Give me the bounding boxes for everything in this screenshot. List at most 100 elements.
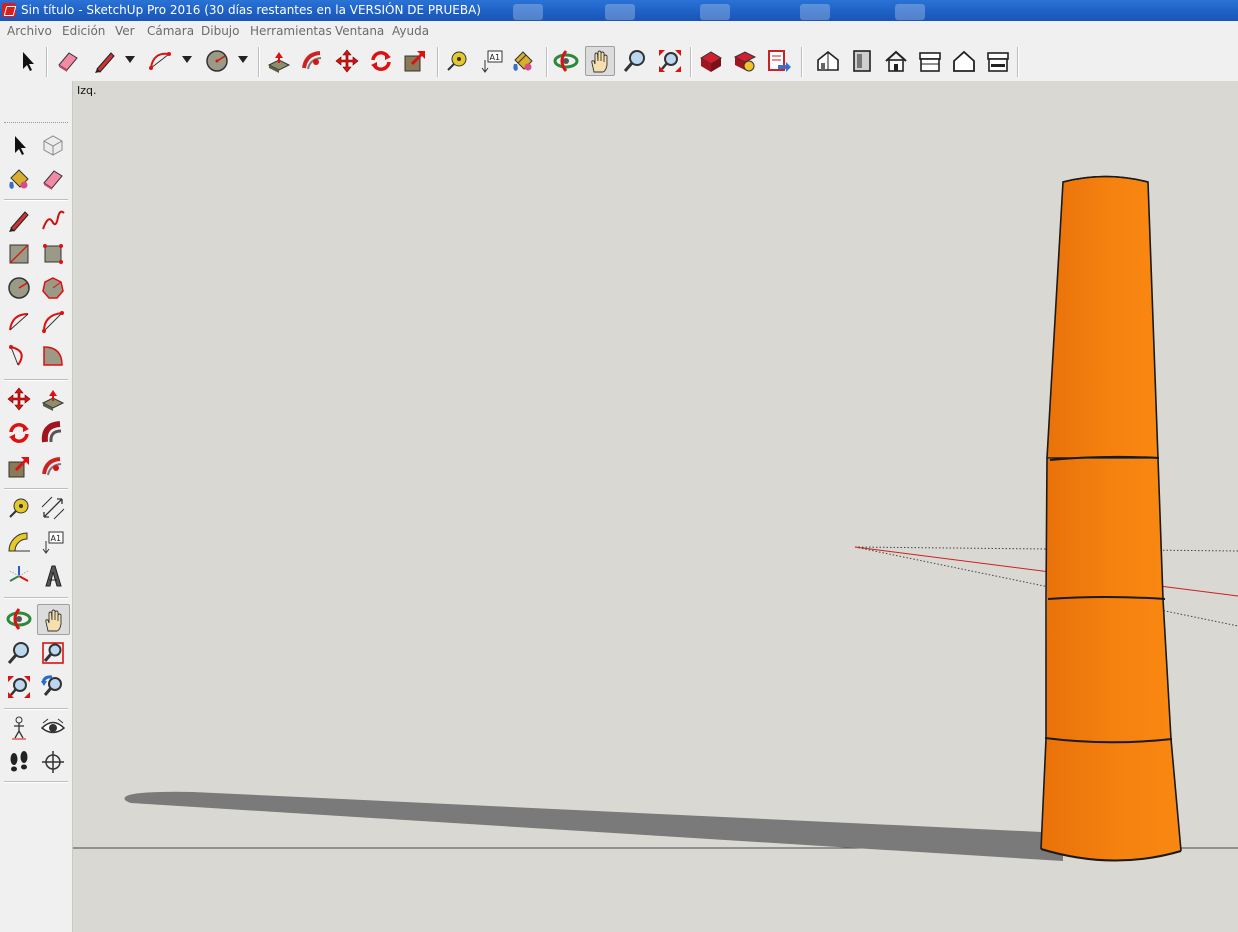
eraser-icon[interactable] [53, 46, 83, 76]
titlebar-background [800, 4, 830, 20]
sketchup-app-icon[interactable] [2, 3, 16, 17]
left-view-icon[interactable] [983, 46, 1013, 76]
tape-measure-icon[interactable] [442, 46, 472, 76]
select-icon[interactable] [12, 46, 42, 76]
send-to-layout-icon[interactable] [764, 46, 794, 76]
menu-bar: Archivo Edición Ver Cámara Dibujo Herram… [0, 21, 1238, 41]
toolbar-separator [437, 47, 439, 77]
toolbar-separator [258, 47, 260, 77]
section-plane-icon[interactable] [38, 747, 68, 777]
view-label: Izq. [77, 84, 97, 97]
two-point-arc-icon[interactable] [38, 307, 68, 337]
menu-herramientas[interactable]: Herramientas [250, 24, 332, 38]
large-tool-set: A1 [0, 81, 73, 932]
arc-icon[interactable] [145, 46, 175, 76]
zoom-extents-icon[interactable] [4, 672, 34, 702]
eraser-icon[interactable] [38, 164, 68, 194]
zoom-window-icon[interactable] [38, 638, 68, 668]
rotate-icon[interactable] [366, 46, 396, 76]
zoom-icon[interactable] [4, 638, 34, 668]
titlebar-background [700, 4, 730, 20]
push-pull-icon[interactable] [38, 384, 68, 414]
warehouse-icon[interactable] [696, 46, 726, 76]
extension-warehouse-icon[interactable] [730, 46, 760, 76]
tower-segment-top [1046, 175, 1159, 459]
iso-view-icon[interactable] [813, 46, 843, 76]
paint-bucket-icon[interactable] [4, 164, 34, 194]
toolbar-separator [4, 708, 68, 710]
menu-archivo[interactable]: Archivo [7, 24, 52, 38]
previous-view-icon[interactable] [38, 672, 68, 702]
make-component-icon[interactable] [38, 130, 68, 160]
toolbar-separator [4, 199, 68, 201]
scale-icon[interactable] [400, 46, 430, 76]
toolbar-separator [690, 47, 692, 77]
text-icon[interactable]: A1 [477, 46, 507, 76]
circle-dropdown-icon[interactable] [238, 56, 248, 63]
menu-ventana[interactable]: Ventana [335, 24, 384, 38]
back-view-icon[interactable] [949, 46, 979, 76]
model-viewport[interactable]: Izq. [73, 81, 1238, 932]
svg-text:A1: A1 [490, 53, 501, 62]
follow-me-icon[interactable] [298, 46, 328, 76]
three-point-arc-icon[interactable] [4, 341, 34, 371]
toolbar-separator [4, 488, 68, 490]
rotated-rectangle-icon[interactable] [38, 239, 68, 269]
text-icon[interactable]: A1 [38, 527, 68, 557]
follow-me-icon[interactable] [38, 418, 68, 448]
arc-dropdown-icon[interactable] [182, 56, 192, 63]
front-view-icon[interactable] [847, 46, 877, 76]
scene-canvas[interactable] [73, 81, 1238, 932]
axes-icon[interactable] [4, 561, 34, 591]
tape-measure-icon[interactable] [4, 493, 34, 523]
pan-icon[interactable] [585, 46, 615, 76]
menu-camara[interactable]: Cámara [147, 24, 194, 38]
menu-edicion[interactable]: Edición [62, 24, 105, 38]
tower-segment-middle [1046, 599, 1171, 739]
circle-icon[interactable] [202, 46, 232, 76]
pencil-icon[interactable] [90, 46, 120, 76]
menu-ayuda[interactable]: Ayuda [392, 24, 429, 38]
orbit-icon[interactable] [551, 46, 581, 76]
circle-icon[interactable] [4, 273, 34, 303]
scale-icon[interactable] [4, 452, 34, 482]
protractor-icon[interactable] [4, 527, 34, 557]
pan-icon[interactable] [37, 604, 70, 635]
move-icon[interactable] [332, 46, 362, 76]
toolbar-separator [1017, 47, 1019, 77]
zoom-extents-icon[interactable] [655, 46, 685, 76]
offset-icon[interactable] [38, 452, 68, 482]
polygon-icon[interactable] [38, 273, 68, 303]
orbit-icon[interactable] [4, 604, 34, 634]
arc-icon[interactable] [4, 307, 34, 337]
select-icon[interactable] [4, 130, 34, 160]
rectangle-icon[interactable] [4, 239, 34, 269]
push-pull-icon[interactable] [264, 46, 294, 76]
toolbar-separator [4, 597, 68, 599]
paint-bucket-icon[interactable] [508, 46, 538, 76]
pencil-dropdown-icon[interactable] [125, 56, 135, 63]
toolbar-grip[interactable] [4, 122, 68, 123]
toolbar-separator [4, 379, 68, 381]
menu-dibujo[interactable]: Dibujo [201, 24, 239, 38]
top-view-icon[interactable] [881, 46, 911, 76]
zoom-icon[interactable] [620, 46, 650, 76]
dimension-icon[interactable] [38, 493, 68, 523]
rotate-icon[interactable] [4, 418, 34, 448]
toolbar-separator [46, 47, 48, 77]
titlebar-background [895, 4, 925, 20]
menu-ver[interactable]: Ver [115, 24, 135, 38]
walk-icon[interactable] [4, 747, 34, 777]
move-icon[interactable] [4, 384, 34, 414]
look-around-icon[interactable] [38, 713, 68, 743]
freehand-icon[interactable] [38, 205, 68, 235]
titlebar-background [513, 4, 543, 20]
position-camera-icon[interactable] [4, 713, 34, 743]
pie-icon[interactable] [38, 341, 68, 371]
titlebar-background [605, 4, 635, 20]
3d-text-icon[interactable] [38, 561, 68, 591]
pencil-icon[interactable] [4, 205, 34, 235]
title-bar: Sin título - SketchUp Pro 2016 (30 días … [0, 0, 1238, 21]
right-view-icon[interactable] [915, 46, 945, 76]
model-shadow [124, 791, 1064, 861]
